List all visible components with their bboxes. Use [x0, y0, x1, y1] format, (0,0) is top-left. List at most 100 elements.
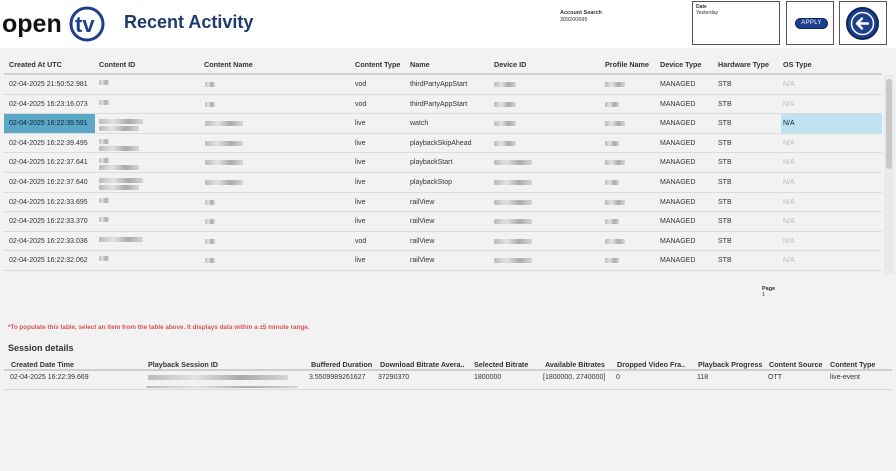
- redacted-content-id: [99, 236, 143, 242]
- page-number[interactable]: 1: [762, 292, 775, 298]
- scol-created[interactable]: Created Date Time: [11, 360, 74, 369]
- cell-created-at: 02-04-2025 16:22:33.370: [9, 218, 88, 226]
- cell-created-at: 02-04-2025 21:50:52.981: [9, 81, 88, 88]
- date-filter-value[interactable]: Yesterday: [696, 10, 776, 16]
- redacted-content-id: [99, 99, 109, 105]
- scol-session-id[interactable]: Playback Session ID: [148, 360, 218, 369]
- cell-os-type: N/A: [783, 81, 795, 88]
- date-filter[interactable]: Date Yesterday: [692, 1, 780, 45]
- scol-dropped-frames[interactable]: Dropped Video Fra..: [617, 360, 685, 369]
- back-panel: [839, 1, 887, 45]
- scol-buffered[interactable]: Buffered Duration: [311, 360, 372, 369]
- cell-device-type: MANAGED: [660, 218, 696, 226]
- redacted-device-id: [494, 199, 532, 205]
- redacted-profile-name: [605, 258, 619, 264]
- session-content-type: live-event: [830, 374, 860, 381]
- cell-content-type: live: [355, 178, 366, 186]
- cell-device-type: MANAGED: [660, 159, 696, 167]
- redacted-content-id: [99, 119, 143, 125]
- table-row[interactable]: 02-04-2025 21:50:52.981 vod thirdPartyAp…: [4, 75, 882, 95]
- page-title: Recent Activity: [124, 12, 254, 32]
- session-header-divider: [4, 369, 892, 371]
- cell-name: thirdPartyAppStart: [410, 81, 468, 88]
- scol-content-source[interactable]: Content Source: [769, 360, 823, 369]
- table-scrollbar[interactable]: [884, 75, 894, 274]
- cell-content-type: live: [355, 159, 366, 167]
- cell-name: railView: [410, 198, 435, 206]
- cell-created-at: 02-04-2025 16:22:30.350: [4, 271, 95, 274]
- cell-device-type: MANAGED: [660, 100, 696, 108]
- col-content-name[interactable]: Content Name: [204, 60, 253, 69]
- redacted-device-id: [494, 238, 532, 244]
- redacted-device-id: [494, 179, 532, 185]
- redacted-session-id-line: [146, 386, 298, 388]
- back-button[interactable]: [846, 7, 879, 40]
- scol-selected-bitrate[interactable]: Selected Bitrate: [474, 360, 528, 369]
- cell-content-type: live: [355, 139, 366, 147]
- cell-content-type: live: [355, 218, 366, 226]
- redacted-device-id: [494, 82, 516, 87]
- scrollbar-thumb[interactable]: [886, 79, 892, 169]
- session-dropped-frames: 0: [616, 374, 620, 381]
- table-row[interactable]: 02-04-2025 16:22:37.640 live playbackSto…: [4, 173, 882, 193]
- account-search-value[interactable]: 309200695: [560, 17, 602, 24]
- scol-content-type[interactable]: Content Type: [830, 360, 875, 369]
- cell-os-type: N/A: [783, 257, 795, 265]
- col-created-at[interactable]: Created At UTC: [9, 60, 62, 69]
- cell-os-type: N/A: [783, 159, 795, 167]
- col-content-type[interactable]: Content Type: [355, 60, 400, 69]
- cell-created-at: 02-04-2025 16:22:32.062: [9, 257, 88, 265]
- cell-os-type: N/A: [783, 100, 795, 108]
- account-search-label: Account Search: [560, 10, 602, 16]
- cell-os-type: N/A: [783, 139, 795, 147]
- table-row[interactable]: 02-04-2025 16:22:39.495 live playbackSki…: [4, 134, 882, 154]
- table-row[interactable]: 02-04-2025 16:22:30.350 live returnToLau…: [4, 271, 882, 274]
- session-content-source: OTT: [768, 374, 782, 381]
- scol-download-bitrate[interactable]: Download Bitrate Avera..: [380, 360, 465, 369]
- redacted-content-name: [205, 160, 243, 166]
- cell-os-type: N/A: [783, 218, 795, 226]
- cell-hardware-type: STB: [718, 159, 732, 167]
- pagination: Page 1: [762, 286, 775, 298]
- cell-os-type: N/A: [783, 178, 795, 186]
- col-content-id[interactable]: Content ID: [99, 60, 135, 69]
- cell-created-at: 02-04-2025 16:22:37.641: [9, 159, 88, 167]
- redacted-profile-name: [605, 121, 625, 127]
- session-buffered: 3.5509989261627: [309, 374, 366, 381]
- col-os-type[interactable]: OS Type: [783, 60, 812, 69]
- table-row[interactable]: 02-04-2025 16:22:37.641 live playbackSta…: [4, 153, 882, 173]
- scol-available-bitrates[interactable]: Available Bitrates: [545, 360, 605, 369]
- col-device-id[interactable]: Device ID: [494, 60, 526, 69]
- col-hardware-type[interactable]: Hardware Type: [718, 60, 769, 69]
- redacted-content-id: [99, 256, 109, 262]
- cell-hardware-type: STB: [718, 257, 732, 265]
- table-row[interactable]: 02-04-2025 16:22:33.036 vod railView MAN…: [4, 232, 882, 252]
- col-name[interactable]: Name: [410, 60, 430, 69]
- cell-hardware-type: STB: [718, 178, 732, 186]
- table-row[interactable]: 02-04-2025 16:22:39.591 live watch MANAG…: [4, 114, 882, 134]
- session-row-divider: [4, 389, 892, 390]
- cell-device-type: MANAGED: [660, 198, 696, 206]
- account-search[interactable]: Account Search 309200695: [560, 10, 602, 24]
- table-row[interactable]: 02-04-2025 16:22:33.695 live railView MA…: [4, 193, 882, 213]
- redacted-device-id: [494, 160, 532, 166]
- redacted-session-id: [148, 375, 288, 380]
- table-row[interactable]: 02-04-2025 16:22:33.370 live railView MA…: [4, 212, 882, 232]
- cell-name: playbackStop: [410, 178, 453, 186]
- cell-name: railView: [410, 237, 435, 245]
- apply-button[interactable]: APPLY: [795, 18, 828, 29]
- redacted-profile-name: [605, 82, 625, 87]
- table-row[interactable]: 02-04-2025 16:23:16.073 vod thirdPartyAp…: [4, 95, 882, 115]
- redacted-device-id: [494, 140, 516, 146]
- cell-device-type: MANAGED: [660, 178, 696, 186]
- cell-hardware-type: STB: [718, 100, 732, 108]
- col-profile-name[interactable]: Profile Name: [605, 60, 649, 69]
- redacted-content-id: [99, 158, 109, 164]
- cell-device-type: MANAGED: [660, 139, 696, 147]
- table-row[interactable]: 02-04-2025 16:22:32.062 live railView MA…: [4, 251, 882, 271]
- apply-panel: APPLY: [786, 1, 834, 45]
- col-device-type[interactable]: Device Type: [660, 60, 701, 69]
- cell-content-type: vod: [355, 100, 367, 108]
- scol-playback-progress[interactable]: Playback Progress: [698, 360, 762, 369]
- activity-rows: 02-04-2025 21:50:52.981 vod thirdPartyAp…: [4, 75, 882, 274]
